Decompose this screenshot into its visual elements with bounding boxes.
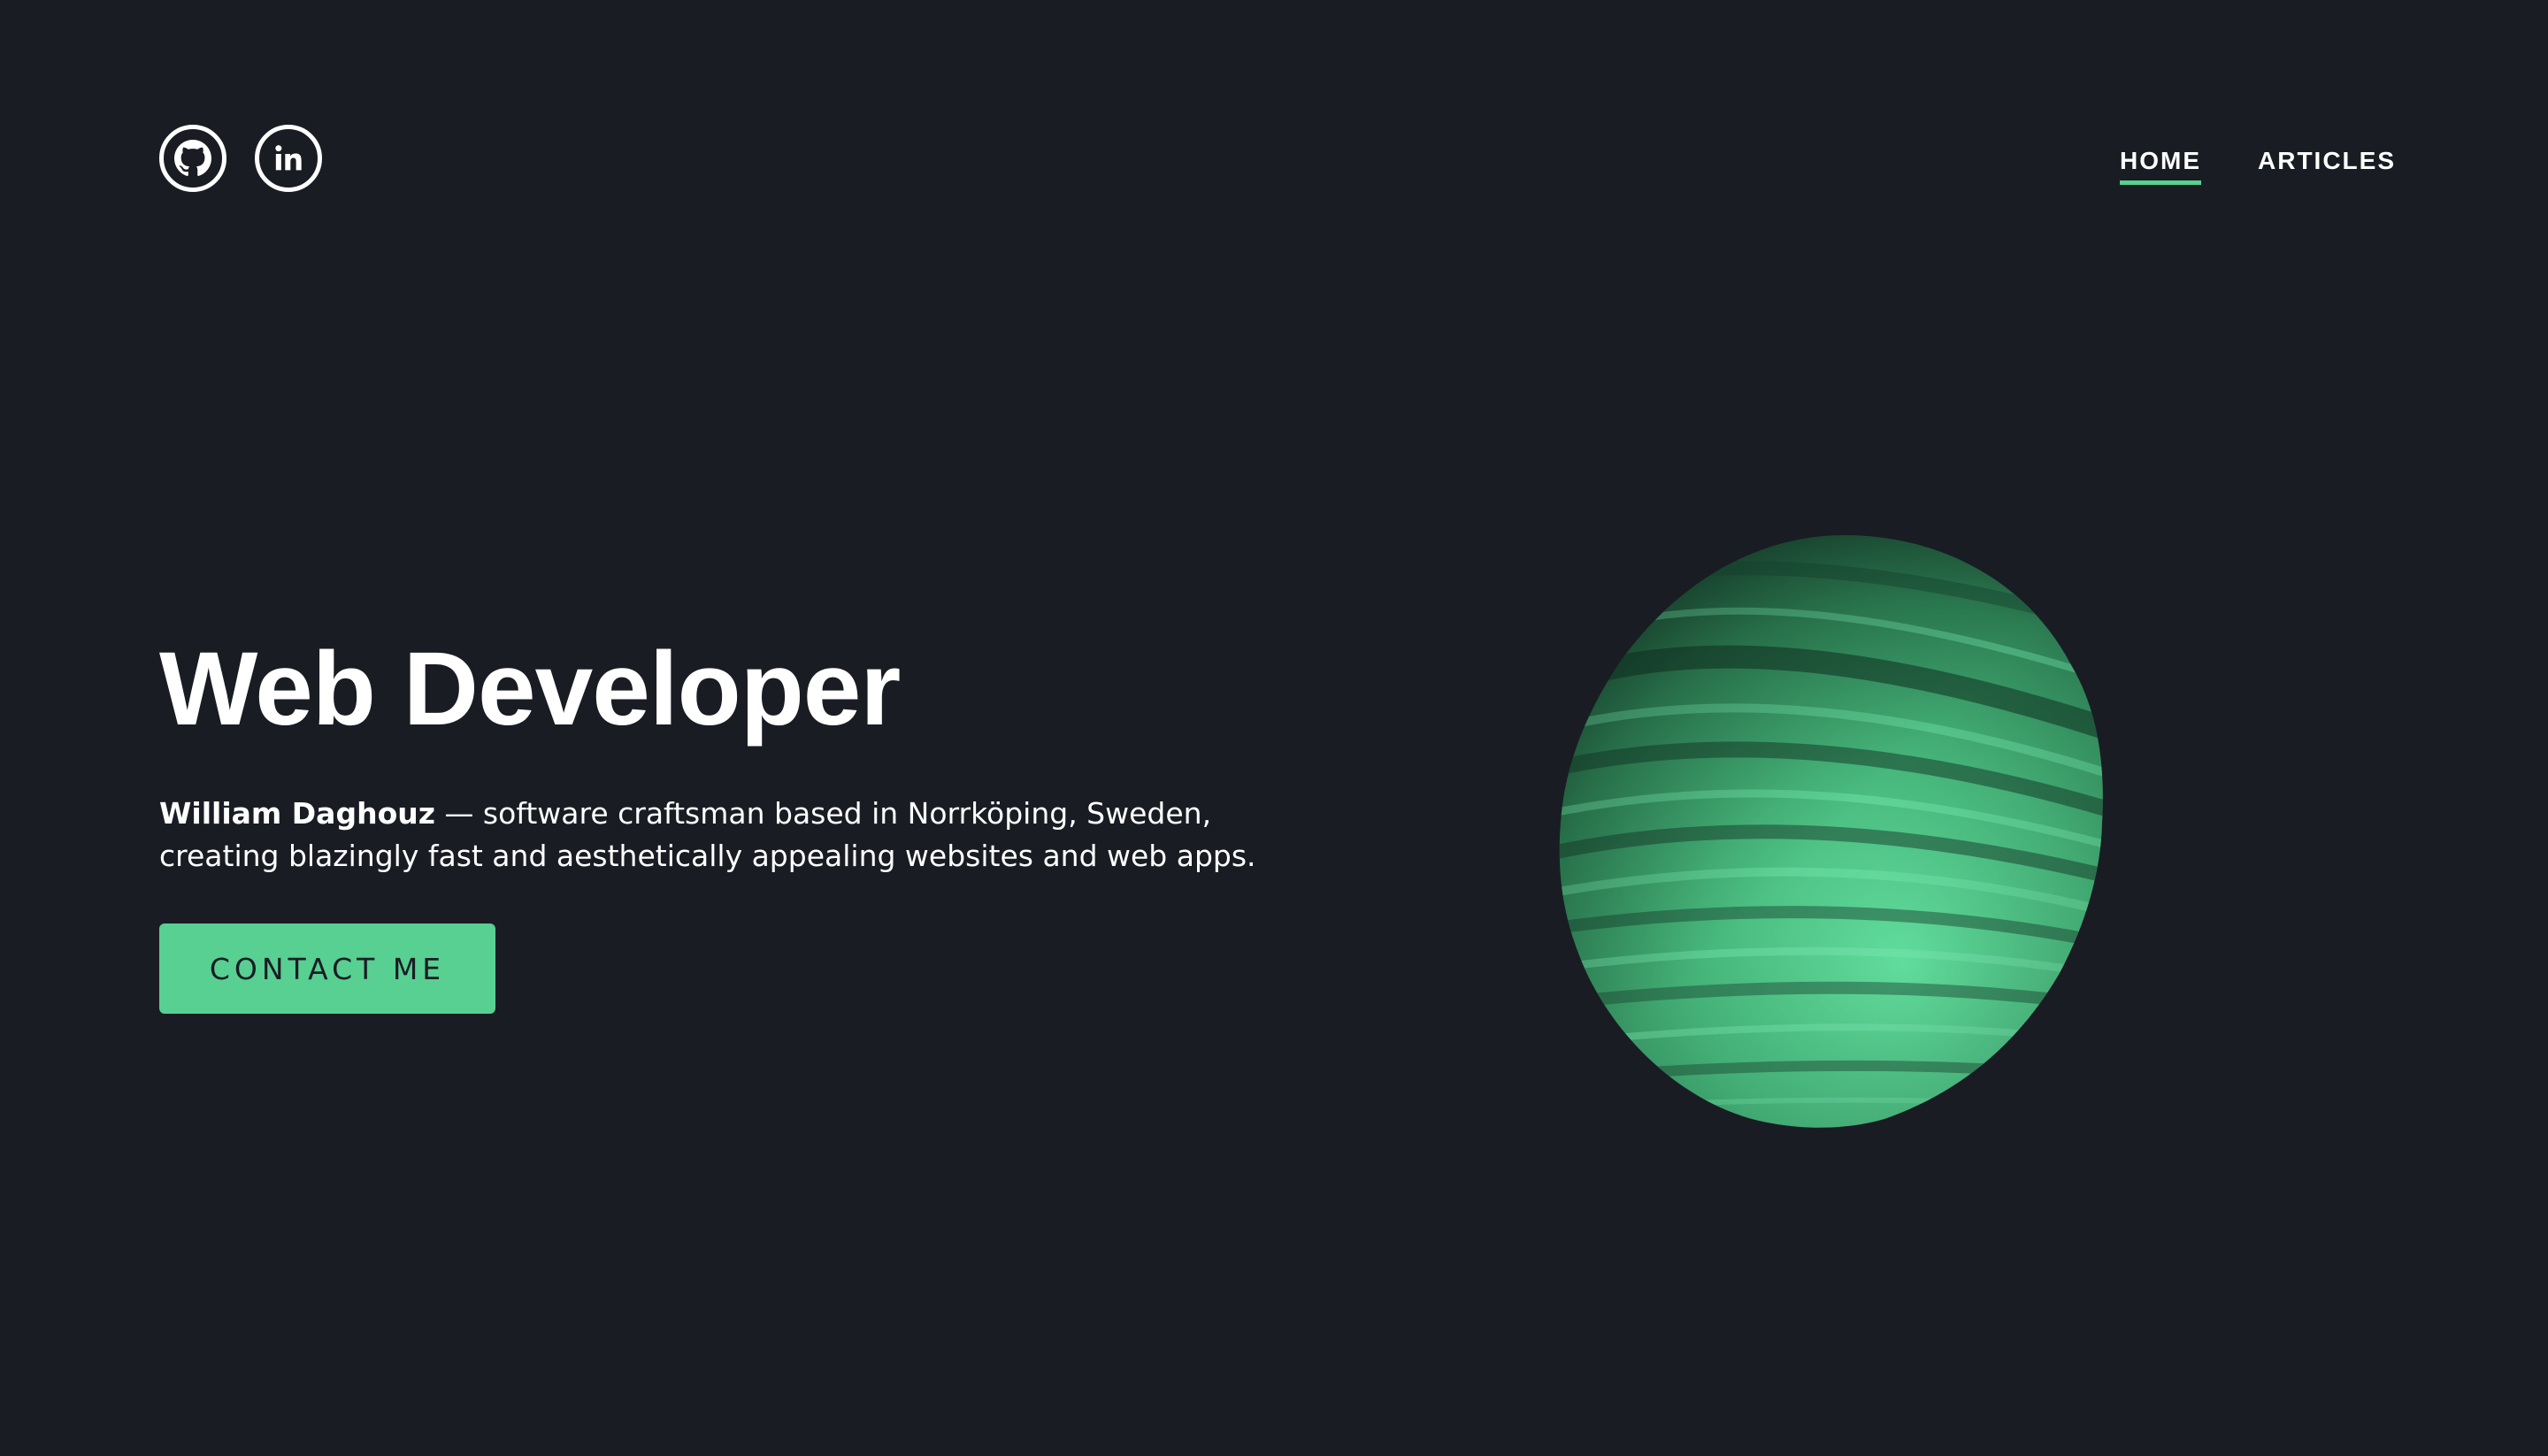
github-link[interactable] (159, 125, 226, 192)
wavy-sphere-graphic (1531, 531, 2132, 1132)
hero-description-line2: creating blazingly fast and aestheticall… (159, 839, 1256, 873)
github-icon (174, 140, 211, 177)
hero-title: Web Developer (159, 631, 901, 747)
contact-me-button[interactable]: CONTACT ME (159, 923, 495, 1014)
main-nav: HOME ARTICLES (2120, 147, 2396, 185)
nav-articles[interactable]: ARTICLES (2258, 147, 2396, 185)
nav-home[interactable]: HOME (2120, 147, 2201, 185)
author-name: William Daghouz (159, 796, 435, 831)
social-links (159, 125, 322, 192)
linkedin-link[interactable] (255, 125, 322, 192)
linkedin-icon (271, 141, 306, 176)
hero-description-line1: — software craftsman based in Norrköping… (434, 796, 1212, 831)
hero-section: Web Developer William Daghouz — software… (159, 637, 1309, 1014)
hero-description: William Daghouz — software craftsman bas… (159, 793, 1309, 877)
